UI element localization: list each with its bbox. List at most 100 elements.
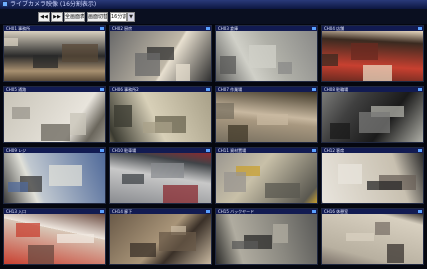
scene-object bbox=[57, 234, 94, 243]
camera-tile[interactable]: CH02 厨房 bbox=[109, 25, 212, 82]
record-indicator-icon bbox=[418, 27, 422, 30]
record-indicator-icon bbox=[418, 88, 422, 91]
camera-label: CH12 客席 bbox=[324, 148, 345, 153]
scene-object bbox=[163, 185, 198, 203]
scene-object bbox=[351, 43, 378, 60]
record-indicator-icon bbox=[312, 210, 316, 213]
camera-tile[interactable]: CH08 駐輪場 bbox=[321, 86, 424, 143]
camera-label: CH14 廊下 bbox=[112, 209, 133, 214]
record-indicator-icon bbox=[418, 210, 422, 213]
scene-object bbox=[130, 243, 156, 257]
camera-tile[interactable]: CH10 駐車場 bbox=[109, 147, 212, 204]
scene-object bbox=[224, 172, 246, 192]
record-indicator-icon bbox=[100, 210, 104, 213]
scene-object bbox=[16, 223, 40, 237]
scene-object bbox=[220, 56, 236, 74]
scene-object bbox=[4, 38, 18, 46]
scene-object bbox=[265, 183, 300, 198]
record-indicator-icon bbox=[100, 149, 104, 152]
camera-label: CH09 レジ bbox=[6, 148, 27, 153]
scene-object bbox=[28, 245, 54, 264]
toolbar-button-3[interactable]: 全画面表示 bbox=[64, 12, 85, 22]
chevron-down-icon[interactable]: ▼ bbox=[127, 12, 135, 22]
camera-label: CH05 通路 bbox=[6, 87, 27, 92]
record-indicator-icon bbox=[312, 88, 316, 91]
camera-tile[interactable]: CH04 店舗 bbox=[321, 25, 424, 82]
camera-tile[interactable]: CH16 休憩室 bbox=[321, 208, 424, 265]
scene-object bbox=[12, 107, 30, 119]
camera-label: CH08 駐輪場 bbox=[324, 87, 349, 92]
record-indicator-icon bbox=[312, 27, 316, 30]
scene-object bbox=[367, 181, 402, 190]
camera-label: CH13 入口 bbox=[6, 209, 27, 214]
record-indicator-icon bbox=[206, 149, 210, 152]
scene-object bbox=[375, 222, 390, 235]
scene-object bbox=[62, 44, 98, 62]
camera-tile[interactable]: CH14 廊下 bbox=[109, 208, 212, 265]
camera-tile[interactable]: CH13 入口 bbox=[3, 208, 106, 265]
scene-object bbox=[359, 112, 390, 133]
scene-object bbox=[135, 53, 160, 76]
scene-object bbox=[216, 103, 234, 119]
camera-tile[interactable]: CH12 客席 bbox=[321, 147, 424, 204]
record-indicator-icon bbox=[206, 27, 210, 30]
scene-object bbox=[363, 65, 392, 81]
record-indicator-icon bbox=[206, 210, 210, 213]
scene-object bbox=[176, 64, 190, 81]
camera-tile[interactable]: CH09 レジ bbox=[3, 147, 106, 204]
record-indicator-icon bbox=[100, 88, 104, 91]
camera-tile[interactable]: CH11 資材置場 bbox=[215, 147, 318, 204]
scene-object bbox=[273, 224, 288, 243]
camera-tile[interactable]: CH03 倉庫 bbox=[215, 25, 318, 82]
camera-label: CH15 バックヤード bbox=[218, 209, 255, 214]
scene-object bbox=[278, 62, 292, 74]
title-bar: ライブカメラ映像 (16分割表示) bbox=[0, 0, 427, 9]
camera-label: CH04 店舗 bbox=[324, 26, 345, 31]
record-indicator-icon bbox=[206, 88, 210, 91]
scene-object bbox=[330, 123, 350, 139]
scene-object bbox=[257, 114, 288, 125]
scene-object bbox=[122, 174, 144, 184]
layout-select[interactable]: 16分割 bbox=[110, 12, 127, 22]
camera-label: CH07 作業場 bbox=[218, 87, 243, 92]
record-indicator-icon bbox=[418, 149, 422, 152]
scene-object bbox=[387, 244, 404, 263]
camera-grid: CH01 事務所 CH02 厨房 CH03 倉庫 CH04 店舗 CH05 通路 CH06… bbox=[3, 25, 427, 269]
scene-object bbox=[159, 232, 196, 251]
scene-object bbox=[33, 55, 58, 68]
scene-object bbox=[41, 124, 70, 141]
scene-object bbox=[232, 241, 258, 249]
scene-object bbox=[322, 54, 338, 66]
camera-label: CH11 資材置場 bbox=[218, 148, 247, 153]
camera-tile[interactable]: CH06 事務所2 bbox=[109, 86, 212, 143]
toolbar-button-1[interactable]: ◀◀ bbox=[38, 12, 50, 22]
scene-object bbox=[346, 233, 374, 241]
camera-label: CH10 駐車場 bbox=[112, 148, 137, 153]
scene-object bbox=[228, 125, 248, 142]
record-indicator-icon bbox=[100, 27, 104, 30]
app-icon bbox=[2, 1, 8, 7]
viewer-window: ライブカメラ映像 (16分割表示) ◀◀ ▶▶ 全画面表示 画面切替 16分割 … bbox=[0, 0, 427, 269]
toolbar-button-4[interactable]: 画面切替 bbox=[87, 12, 108, 22]
scene-object bbox=[338, 164, 362, 184]
scene-object bbox=[70, 113, 86, 135]
scene-object bbox=[114, 105, 132, 127]
window-title: ライブカメラ映像 (16分割表示) bbox=[10, 1, 97, 8]
camera-tile[interactable]: CH15 バックヤード bbox=[215, 208, 318, 265]
scene-object bbox=[8, 182, 28, 192]
camera-label: CH01 事務所 bbox=[6, 26, 31, 31]
camera-label: CH16 休憩室 bbox=[324, 209, 349, 214]
camera-tile[interactable]: CH05 通路 bbox=[3, 86, 106, 143]
scene-object bbox=[49, 165, 82, 186]
scene-object bbox=[143, 122, 172, 133]
toolbar-button-2[interactable]: ▶▶ bbox=[51, 12, 63, 22]
camera-tile[interactable]: CH07 作業場 bbox=[215, 86, 318, 143]
record-indicator-icon bbox=[312, 149, 316, 152]
scene-object bbox=[151, 163, 184, 178]
scene-object bbox=[249, 45, 276, 68]
camera-tile[interactable]: CH01 事務所 bbox=[3, 25, 106, 82]
camera-label: CH03 倉庫 bbox=[218, 26, 239, 31]
camera-label: CH06 事務所2 bbox=[112, 87, 139, 92]
camera-label: CH02 厨房 bbox=[112, 26, 133, 31]
toolbar: ◀◀ ▶▶ 全画面表示 画面切替 16分割 ▼ bbox=[0, 9, 427, 24]
